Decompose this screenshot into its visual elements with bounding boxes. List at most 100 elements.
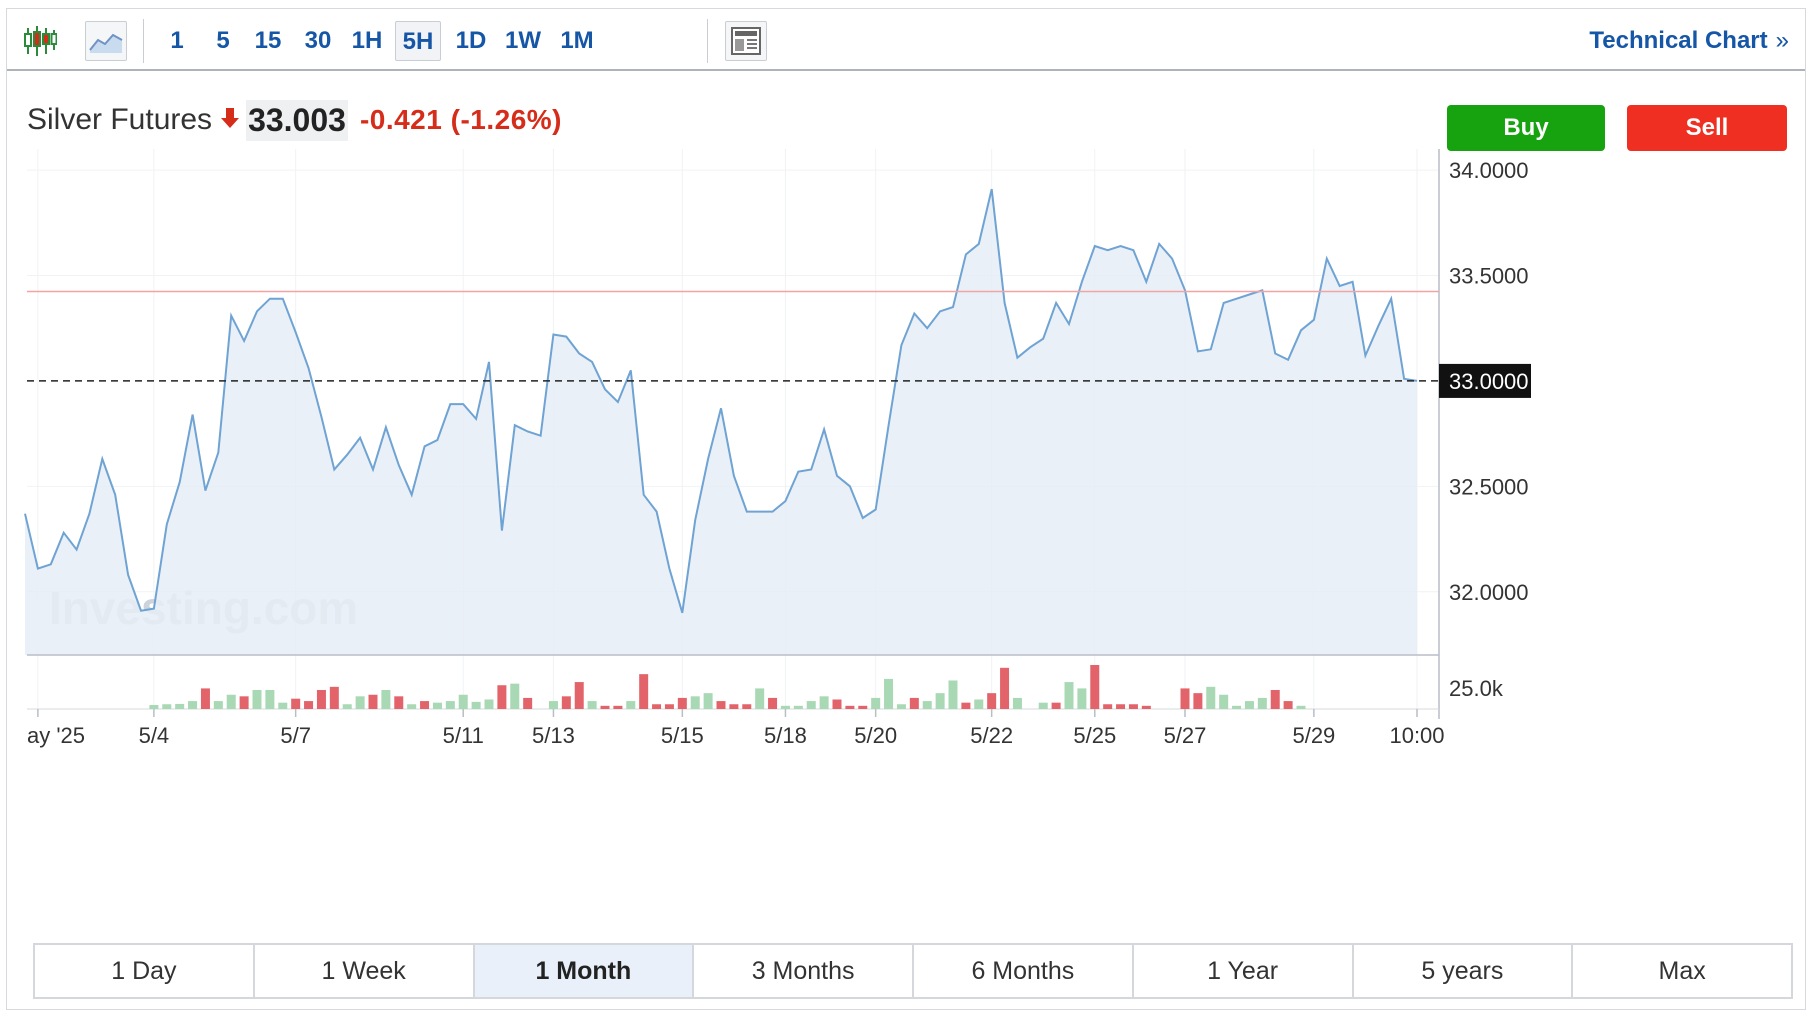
volume-bar [1193, 693, 1203, 709]
volume-bar [548, 701, 558, 709]
volume-bar [1283, 701, 1293, 709]
volume-bar [278, 702, 288, 709]
time-range-selector: 1 Day 1 Week 1 Month 3 Months 6 Months 1 Year… [33, 943, 1793, 999]
volume-bar [304, 701, 314, 709]
y-tick-label: 34.0000 [1449, 158, 1529, 183]
x-tick-label: 5/27 [1164, 723, 1207, 748]
volume-bar [1270, 689, 1280, 709]
x-tick-label: 5/25 [1073, 723, 1116, 748]
x-tick-label: 5/15 [661, 723, 704, 748]
range-1-day[interactable]: 1 Day [35, 945, 255, 997]
x-tick-label: 5/13 [532, 723, 575, 748]
volume-bar [342, 704, 352, 709]
volume-bar [510, 683, 520, 709]
price-chart[interactable]: Investing.com34.000033.500032.500032.000… [7, 9, 1807, 929]
volume-bar [1051, 702, 1061, 709]
volume-bar [420, 701, 430, 709]
volume-bar [162, 704, 172, 709]
price-area [25, 189, 1417, 655]
volume-bar [729, 704, 739, 709]
volume-bar [471, 701, 481, 709]
range-1-month[interactable]: 1 Month [474, 945, 695, 997]
volume-bar [213, 701, 223, 709]
volume-bar [858, 705, 868, 709]
range-max[interactable]: Max [1573, 945, 1791, 997]
volume-bar [149, 705, 159, 709]
volume-bar [755, 688, 765, 709]
volume-bar [394, 696, 404, 709]
volume-bar [432, 702, 442, 709]
volume-bar [381, 689, 391, 709]
volume-bar [690, 696, 700, 709]
volume-bar [445, 701, 455, 709]
volume-bar [1141, 705, 1151, 709]
volume-bar [1038, 702, 1048, 709]
volume-bar [368, 694, 378, 709]
volume-bar [1012, 697, 1022, 709]
volume-bar [1296, 705, 1306, 709]
volume-bar [909, 697, 919, 709]
volume-bar [974, 699, 984, 709]
volume-bar [1206, 686, 1216, 709]
range-5-years[interactable]: 5 years [1354, 945, 1574, 997]
volume-bar [1180, 688, 1190, 709]
volume-bar [1090, 665, 1100, 709]
volume-bar [355, 696, 365, 709]
y-tick-label: 32.0000 [1449, 580, 1529, 605]
volume-bar [613, 705, 623, 709]
volume-bar [458, 694, 468, 709]
volume-bar [291, 698, 301, 709]
y-tick-label: 33.5000 [1449, 264, 1529, 289]
volume-tick-label: 25.0k [1449, 676, 1504, 701]
range-6-months[interactable]: 6 Months [914, 945, 1134, 997]
x-tick-label: 5/22 [970, 723, 1013, 748]
volume-bar [703, 693, 713, 709]
volume-bar [175, 703, 185, 709]
volume-bar [1219, 694, 1229, 709]
volume-bar [1257, 697, 1267, 709]
volume-bar [677, 697, 687, 709]
range-1-year[interactable]: 1 Year [1134, 945, 1354, 997]
volume-bar [793, 705, 803, 709]
volume-bar [780, 705, 790, 709]
volume-bar [948, 680, 958, 709]
volume-bar [716, 701, 726, 709]
x-tick-label: 5/11 [443, 723, 484, 748]
x-tick-label: 5/18 [764, 723, 807, 748]
volume-bar [200, 688, 210, 709]
volume-bar [600, 705, 610, 709]
volume-bar [1103, 704, 1113, 709]
volume-bar [252, 689, 262, 709]
x-tick-label: ay '25 [27, 723, 85, 748]
x-tick-label: 10:00 [1389, 723, 1444, 748]
volume-bar [265, 689, 275, 709]
volume-bar [497, 685, 507, 709]
volume-bar [316, 689, 326, 709]
range-1-week[interactable]: 1 Week [255, 945, 475, 997]
volume-bar [832, 699, 842, 709]
x-tick-label: 5/7 [280, 723, 311, 748]
range-3-months[interactable]: 3 Months [694, 945, 914, 997]
volume-bar [1232, 705, 1242, 709]
volume-bar [329, 686, 339, 709]
volume-bar [664, 704, 674, 709]
volume-bar [652, 704, 662, 709]
y-tick-label: 32.5000 [1449, 474, 1529, 499]
volume-bar [1077, 688, 1087, 709]
volume-bar [1128, 704, 1138, 709]
volume-bar [884, 678, 894, 709]
volume-bar [587, 701, 597, 709]
volume-bar [845, 705, 855, 709]
x-tick-label: 5/4 [139, 723, 170, 748]
volume-bar [819, 696, 829, 709]
volume-bar [1244, 701, 1254, 709]
volume-bar [987, 693, 997, 709]
volume-bar [226, 694, 236, 709]
volume-bar [523, 697, 533, 709]
volume-bar [871, 697, 881, 709]
x-tick-label: 5/20 [854, 723, 897, 748]
volume-bar [407, 704, 417, 709]
volume-bar [1064, 682, 1074, 709]
volume-bar [961, 702, 971, 709]
chart-widget: 1 5 15 30 1H 5H 1D 1W 1M Technical Chart» Silver… [6, 8, 1806, 1010]
